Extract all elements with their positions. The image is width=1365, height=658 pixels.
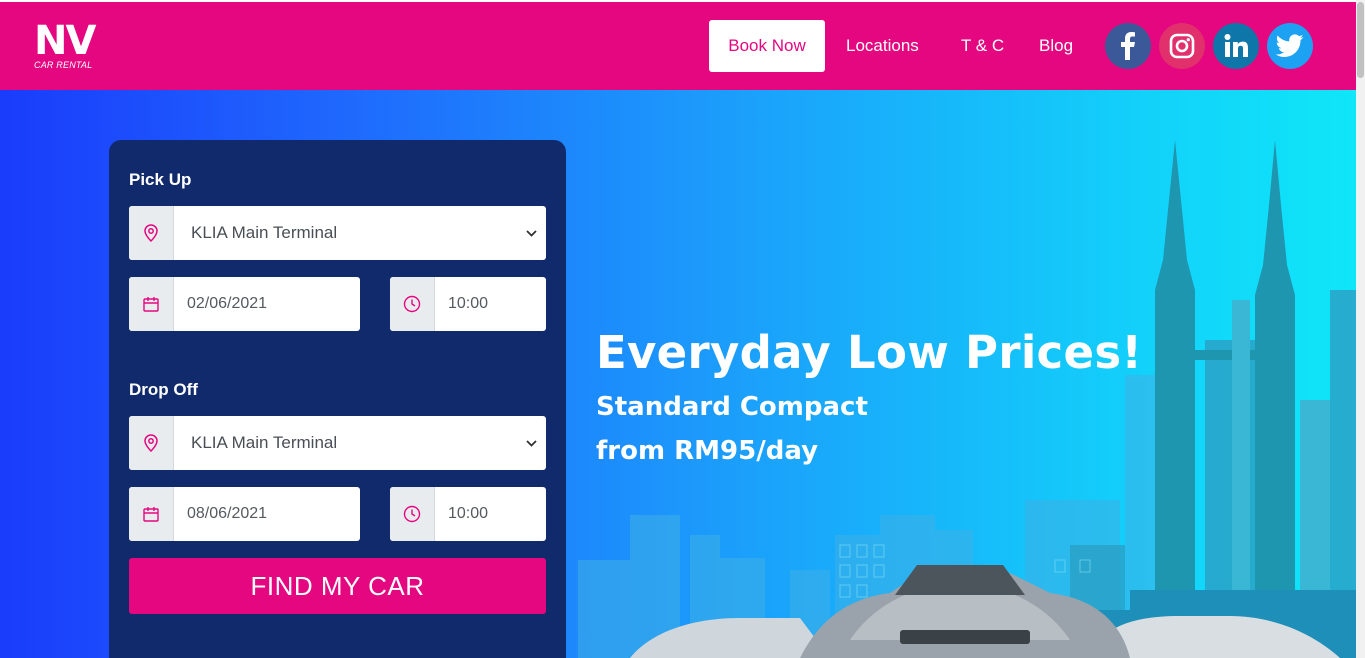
pickup-location-select[interactable]: KLIA Main Terminal (129, 206, 546, 260)
page-scrollbar[interactable] (1356, 0, 1365, 658)
calendar-icon (129, 487, 174, 541)
map-pin-icon (129, 206, 174, 260)
pickup-time-value: 10:00 (448, 295, 489, 312)
clock-icon (390, 487, 435, 541)
dropoff-time-field[interactable]: 10:00 (390, 487, 546, 541)
find-my-car-button[interactable]: FIND MY CAR (129, 558, 546, 614)
dropoff-label: Drop Off (129, 380, 198, 399)
pickup-date-field[interactable]: 02/06/2021 (129, 277, 360, 331)
dropoff-date-value: 08/06/2021 (187, 505, 268, 522)
pickup-location-value: KLIA Main Terminal (191, 223, 338, 242)
dropoff-location-value: KLIA Main Terminal (191, 433, 338, 452)
dropoff-location-select[interactable]: KLIA Main Terminal (129, 416, 546, 470)
hero-title: Everyday Low Prices! (596, 326, 1143, 379)
map-pin-icon (129, 416, 174, 470)
instagram-icon[interactable] (1159, 23, 1205, 69)
scrollbar-thumb[interactable] (1357, 2, 1364, 78)
dropoff-date-field[interactable]: 08/06/2021 (129, 487, 360, 541)
booking-form: Pick Up KLIA Main Terminal 02/06/2021 10… (109, 140, 566, 658)
chevron-down-icon (516, 416, 546, 470)
clock-icon (390, 277, 435, 331)
facebook-icon[interactable] (1105, 23, 1151, 69)
chevron-down-icon (516, 206, 546, 260)
calendar-icon (129, 277, 174, 331)
pickup-label: Pick Up (129, 170, 192, 189)
site-header: NV CAR RENTAL Book Now Locations T & C B… (0, 2, 1356, 90)
nav-book-now-button[interactable]: Book Now (709, 20, 825, 72)
linkedin-icon[interactable] (1213, 23, 1259, 69)
dropoff-time-value: 10:00 (448, 505, 489, 522)
nav-link-locations[interactable]: Locations (846, 20, 919, 72)
pickup-date-value: 02/06/2021 (187, 295, 268, 312)
logo-subtext: CAR RENTAL (34, 60, 93, 70)
hero-subtitle-line1: Standard Compact (596, 392, 868, 422)
hero-banner: Pick Up KLIA Main Terminal 02/06/2021 10… (0, 90, 1356, 658)
twitter-icon[interactable] (1267, 23, 1313, 69)
brand-logo[interactable]: NV CAR RENTAL (34, 18, 104, 72)
logo-text: NV (34, 18, 96, 64)
pickup-time-field[interactable]: 10:00 (390, 277, 546, 331)
nav-link-blog[interactable]: Blog (1039, 20, 1073, 72)
nav-link-terms[interactable]: T & C (961, 20, 1004, 72)
hero-subtitle-line2: from RM95/day (596, 436, 819, 466)
